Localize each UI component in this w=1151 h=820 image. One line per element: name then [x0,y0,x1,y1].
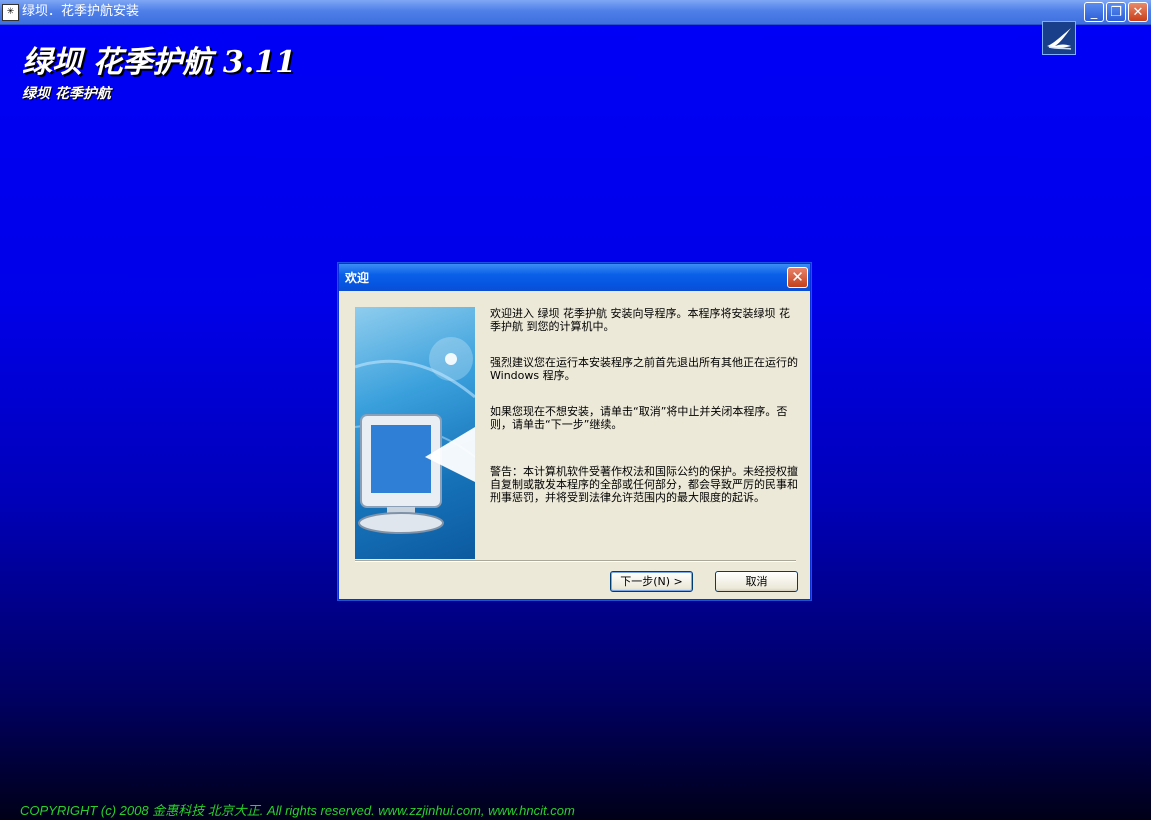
window-title: 绿坝．花季护航安装 [22,4,140,19]
next-button[interactable]: 下一步(N) > [610,571,693,592]
app-icon[interactable]: ✳ [2,4,19,21]
cancel-button[interactable]: 取消 [715,571,798,592]
cancel-instructions-paragraph: 如果您现在不想安装，请单击“取消”将中止并关闭本程序。否则，请单击“下一步”继续… [490,405,788,431]
product-title: 绿坝 花季护航 3.11 [22,45,296,80]
close-programs-paragraph: 强烈建议您在运行本安装程序之前首先退出所有其他正在运行的 Windows 程序。 [490,356,798,382]
copyright-warning-paragraph: 警告：本计算机软件受著作权法和国际公约的保护。未经授权擅自复制或散发本程序的全部… [490,465,798,504]
dialog-separator [355,560,796,562]
welcome-paragraph: 欢迎进入 绿坝 花季护航 安装向导程序。本程序将安装绿坝 花季护航 到您的计算机… [490,307,790,333]
minimize-button[interactable]: _ [1084,2,1104,22]
monitor-banner-image [355,307,475,559]
bird-logo-icon [1042,21,1076,55]
welcome-message: 欢迎进入 绿坝 花季护航 安装向导程序。本程序将安装绿坝 花季护航 到您的计算机… [490,307,800,527]
restore-button[interactable]: ❐ [1106,2,1126,22]
title-bar: ✳ 绿坝．花季护航安装 _ ❐ ✕ [0,0,1151,25]
dialog-title-bar: 欢迎 ✕ [339,264,810,291]
window-close-button[interactable]: ✕ [1128,2,1148,22]
welcome-dialog: 欢迎 ✕ 欢迎进入 绿坝 花季护航 安装向导程序。本程序将安装绿坝 花季护航 到… [338,263,811,600]
product-subtitle: 绿坝 花季护航 [22,86,111,102]
dialog-close-button[interactable]: ✕ [787,267,808,288]
dialog-title: 欢迎 [345,271,370,285]
copyright-text: COPYRIGHT (c) 2008 金惠科技 北京大正. All rights… [20,803,575,818]
